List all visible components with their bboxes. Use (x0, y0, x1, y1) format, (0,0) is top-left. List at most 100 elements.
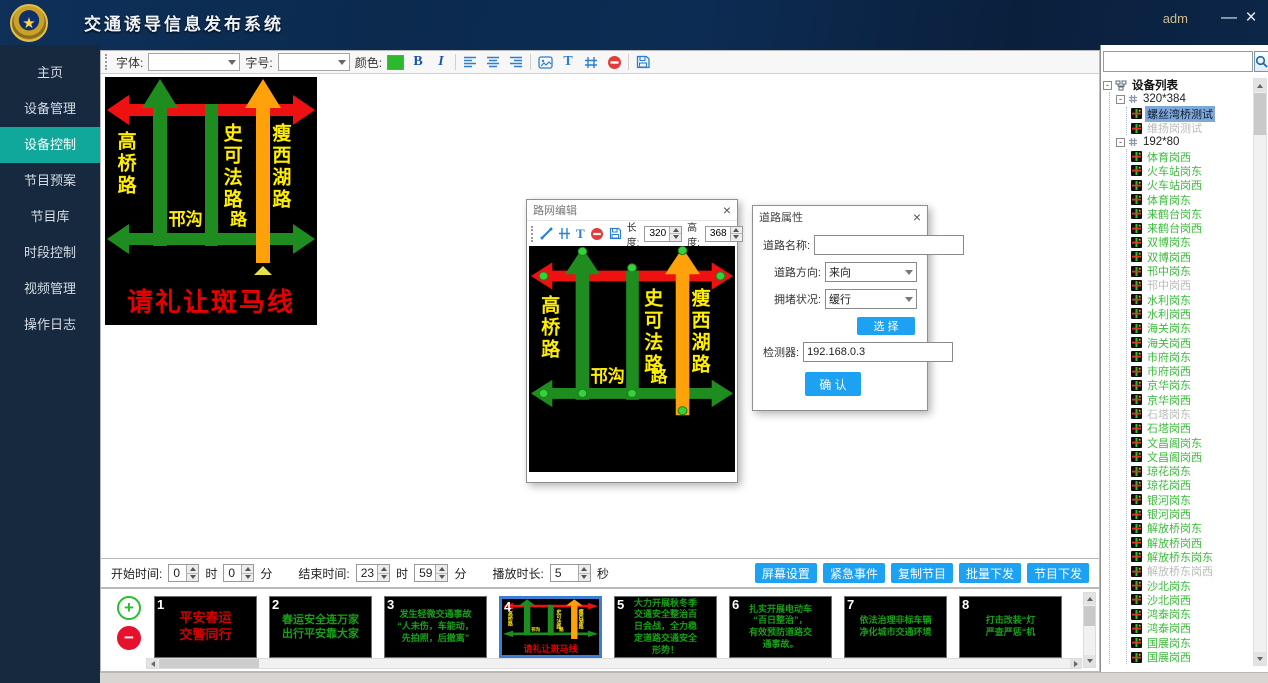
collapse-icon[interactable]: - (1103, 81, 1112, 90)
schedule-action-button-1[interactable]: 紧急事件 (823, 563, 885, 583)
road-editor-canvas[interactable]: 高桥路史可法路瘦西湖路邗沟路 (529, 246, 735, 472)
program-thumbnail-7[interactable]: 7依法治理非标车辆净化城市交通环境 (844, 596, 947, 658)
duration-input[interactable]: 5 (550, 564, 591, 582)
device-item[interactable]: 沙北岗西 (1131, 593, 1252, 607)
tree-root[interactable]: -设备列表 (1103, 78, 1252, 92)
sidebar-item-2[interactable]: 设备控制 (0, 127, 100, 163)
road-tool-icon[interactable] (558, 225, 571, 243)
sidebar-item-5[interactable]: 时段控制 (0, 235, 100, 271)
device-item[interactable]: 双博岗东 (1131, 235, 1252, 249)
device-item[interactable]: 解放桥岗西 (1131, 536, 1252, 550)
device-item[interactable]: 市府岗西 (1131, 364, 1252, 378)
italic-icon[interactable]: I (432, 53, 450, 71)
road-node-handle[interactable] (539, 389, 548, 397)
device-search-input[interactable] (1103, 51, 1253, 72)
remove-program-button[interactable]: − (117, 626, 141, 650)
align-center-icon[interactable] (484, 53, 502, 71)
device-item[interactable]: 体育岗东 (1131, 192, 1252, 206)
dialog-close-icon[interactable]: × (913, 209, 921, 225)
sidebar-item-7[interactable]: 操作日志 (0, 307, 100, 343)
device-item[interactable]: 石塔岗东 (1131, 407, 1252, 421)
program-thumbnail-1[interactable]: 1平安春运交警同行 (154, 596, 257, 658)
program-thumbnail-8[interactable]: 8打击改装“灯严查严惩“机 (959, 596, 1062, 658)
scroll-down-icon[interactable] (1254, 652, 1266, 665)
text-icon[interactable]: T (559, 53, 577, 71)
start-minute-input[interactable]: 0 (223, 564, 254, 582)
sidebar-item-4[interactable]: 节目库 (0, 199, 100, 235)
device-item[interactable]: 螺丝湾桥测试 (1131, 107, 1252, 121)
device-item[interactable]: 鸿泰岗东 (1131, 607, 1252, 621)
tree-group-0[interactable]: -320*384 (1116, 92, 1252, 106)
save-icon[interactable] (609, 225, 622, 243)
add-program-button[interactable]: + (117, 596, 141, 620)
device-item[interactable]: 双博岗西 (1131, 250, 1252, 264)
playlist-vertical-scrollbar[interactable] (1083, 592, 1096, 668)
program-thumbnail-6[interactable]: 6扎实开展电动车“百日整治”，有效预防道路交通事故。 (729, 596, 832, 658)
detector-input[interactable] (803, 342, 953, 362)
road-node-handle[interactable] (678, 407, 687, 415)
scroll-down-icon[interactable] (1084, 655, 1095, 667)
sidebar-item-1[interactable]: 设备管理 (0, 91, 100, 127)
program-thumbnail-2[interactable]: 2春运安全连万家出行平安靠大家 (269, 596, 372, 658)
scroll-right-icon[interactable] (1070, 659, 1081, 668)
device-item[interactable]: 海关岗西 (1131, 335, 1252, 349)
align-right-icon[interactable] (507, 53, 525, 71)
device-item[interactable]: 琼花岗西 (1131, 478, 1252, 492)
road-name-input[interactable] (814, 235, 964, 255)
road-node-handle[interactable] (678, 246, 687, 254)
road-direction-select[interactable]: 来向 (825, 262, 917, 282)
scroll-up-icon[interactable] (1254, 79, 1266, 92)
device-item[interactable]: 维扬岗测试 (1131, 121, 1252, 135)
device-item[interactable]: 解放桥东岗西 (1131, 564, 1252, 578)
end-minute-input[interactable]: 59 (414, 564, 448, 582)
playlist-horizontal-scrollbar[interactable] (146, 658, 1082, 669)
device-item[interactable]: 石塔岗西 (1131, 421, 1252, 435)
device-item[interactable]: 体育岗西 (1131, 149, 1252, 163)
device-item[interactable]: 火车站岗东 (1131, 164, 1252, 178)
device-item[interactable]: 京华岗东 (1131, 378, 1252, 392)
device-item[interactable]: 邗中岗东 (1131, 264, 1252, 278)
save-icon[interactable] (634, 53, 652, 71)
align-left-icon[interactable] (461, 53, 479, 71)
road-node-handle[interactable] (628, 264, 637, 272)
road-network-icon[interactable] (582, 53, 600, 71)
device-item[interactable]: 邗中岗西 (1131, 278, 1252, 292)
device-item[interactable]: 琼花岗东 (1131, 464, 1252, 478)
font-select[interactable] (148, 53, 240, 71)
device-item[interactable]: 鸿泰岗西 (1131, 621, 1252, 635)
color-swatch[interactable] (387, 55, 404, 70)
device-item[interactable]: 来鹤台岗东 (1131, 207, 1252, 221)
scroll-left-icon[interactable] (147, 659, 158, 668)
device-item[interactable]: 海关岗东 (1131, 321, 1252, 335)
device-item[interactable]: 国展岗东 (1131, 636, 1252, 650)
device-item[interactable]: 沙北岗东 (1131, 578, 1252, 592)
size-select[interactable] (278, 53, 350, 71)
collapse-icon[interactable]: - (1116, 95, 1125, 104)
device-item[interactable]: 解放桥岗东 (1131, 521, 1252, 535)
length-input[interactable]: 320 (644, 226, 682, 242)
program-thumbnail-5[interactable]: 5大力开展秋冬季交通安全整治百日会战，全力稳定道路交通安全形势！ (614, 596, 717, 658)
device-item[interactable]: 火车站岗西 (1131, 178, 1252, 192)
sidebar-item-6[interactable]: 视频管理 (0, 271, 100, 307)
schedule-action-button-4[interactable]: 节目下发 (1027, 563, 1089, 583)
scroll-up-icon[interactable] (1084, 593, 1095, 605)
stop-icon[interactable] (590, 225, 604, 243)
image-icon[interactable] (536, 53, 554, 71)
end-hour-input[interactable]: 23 (356, 564, 390, 582)
device-item[interactable]: 京华岗西 (1131, 393, 1252, 407)
schedule-action-button-0[interactable]: 屏幕设置 (755, 563, 817, 583)
height-input[interactable]: 368 (705, 226, 743, 242)
road-node-handle[interactable] (578, 389, 587, 397)
sidebar-item-3[interactable]: 节目预案 (0, 163, 100, 199)
device-item[interactable]: 水利岗东 (1131, 292, 1252, 306)
sidebar-item-0[interactable]: 主页 (0, 55, 100, 91)
device-item[interactable]: 国展岗西 (1131, 650, 1252, 664)
device-item[interactable]: 水利岗西 (1131, 307, 1252, 321)
scrollbar-thumb[interactable] (159, 659, 259, 668)
line-tool-icon[interactable] (540, 225, 553, 243)
program-thumbnail-4[interactable]: 4高桥路史可法路瘦西湖路邗沟路请礼让斑马线 (499, 596, 602, 658)
device-item[interactable]: 解放桥东岗东 (1131, 550, 1252, 564)
device-item[interactable]: 银河岗东 (1131, 493, 1252, 507)
led-screen-preview[interactable]: 高桥路史可法路瘦西湖路邗沟路请礼让斑马线 (105, 77, 317, 325)
text-tool-icon[interactable]: T (576, 225, 585, 243)
